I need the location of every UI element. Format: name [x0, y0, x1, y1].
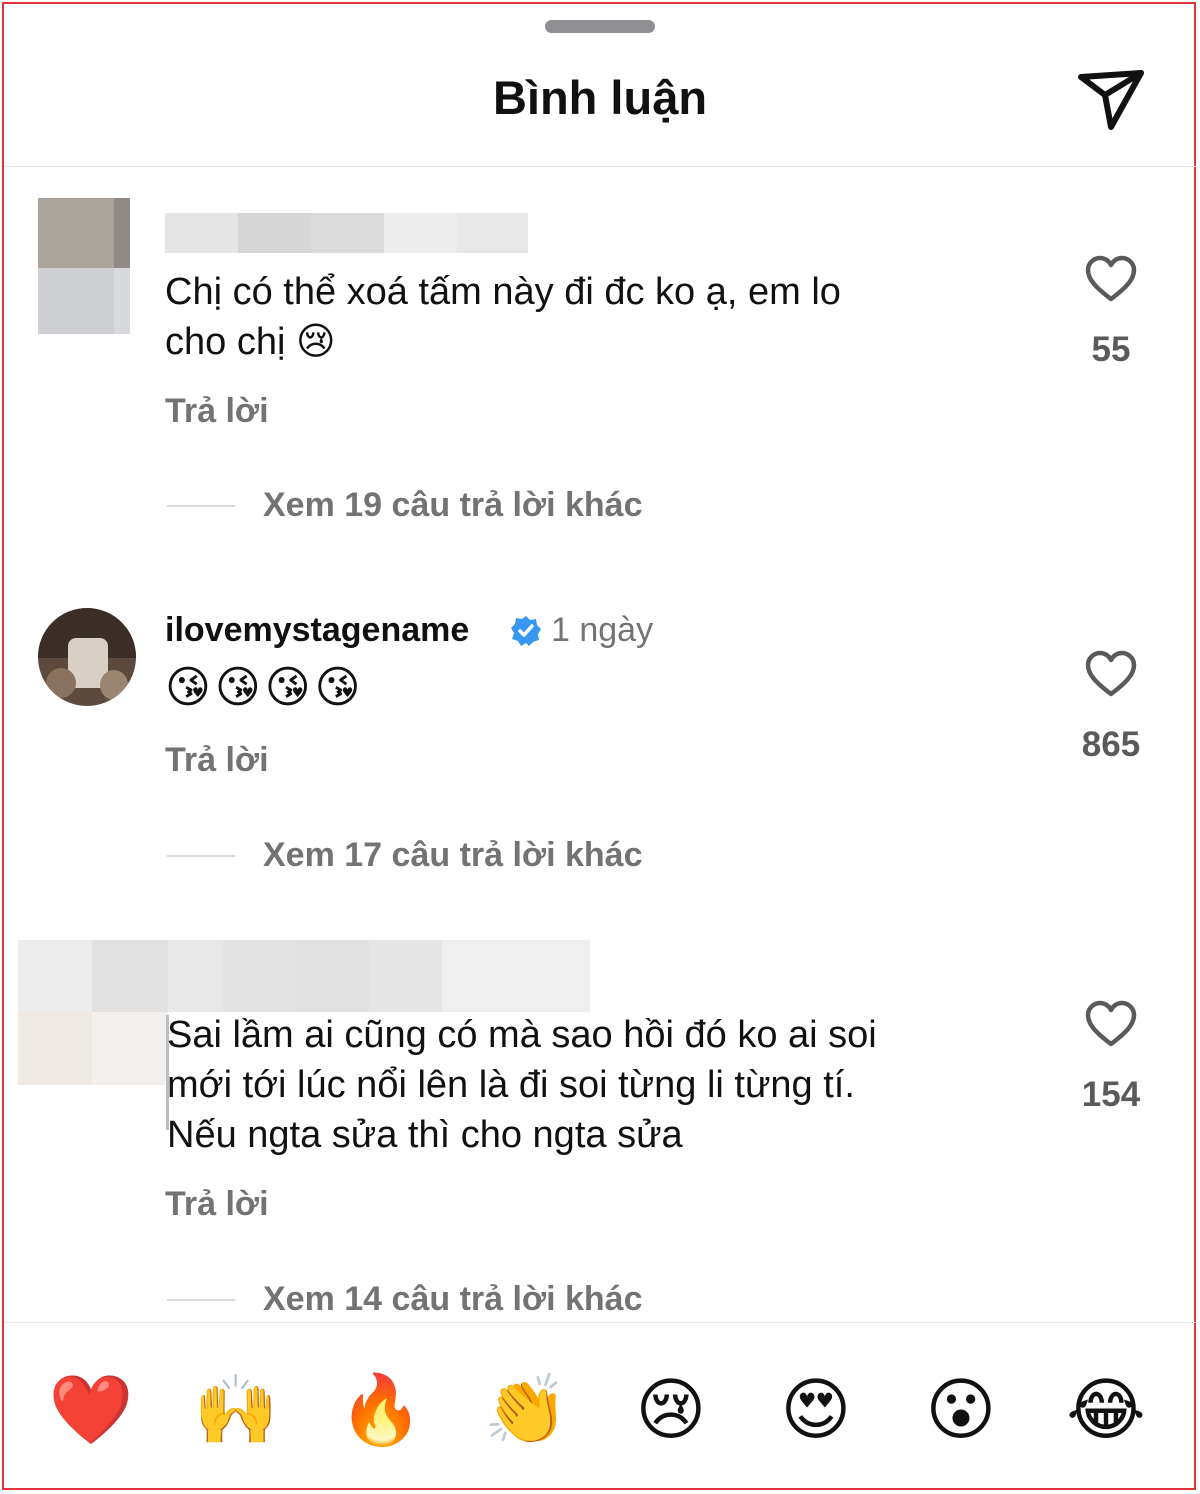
replies-divider-line	[167, 505, 235, 507]
like-count: 55	[1091, 330, 1131, 369]
comment-text: Chị có thể xoá tấm này đi đc ko ạ, em lo…	[165, 271, 841, 363]
heart-icon[interactable]	[1085, 1000, 1137, 1048]
reaction-raising-hands-icon[interactable]: 🙌	[191, 1365, 281, 1455]
reaction-bar-divider	[4, 1322, 1196, 1323]
view-more-replies-button[interactable]: Xem 14 câu trả lời khác	[263, 1280, 642, 1319]
sheet-grabber[interactable]	[545, 20, 655, 33]
replies-divider-line	[167, 855, 235, 857]
reply-button[interactable]: Trả lời	[165, 1185, 269, 1224]
blurred-username	[168, 940, 590, 1012]
avatar[interactable]	[38, 198, 130, 334]
reaction-surprised-face-icon[interactable]: 😮	[916, 1365, 1006, 1455]
comment-text: 😘😘😘😘	[165, 663, 365, 712]
replies-divider-line	[167, 1299, 235, 1301]
heart-icon[interactable]	[1085, 255, 1137, 303]
quick-reaction-bar: ❤️ 🙌 🔥 👏 😢 😍 😮 😂	[0, 1365, 1200, 1455]
like-count: 154	[1081, 1075, 1141, 1114]
header-divider	[4, 166, 1196, 167]
page-title: Bình luận	[492, 71, 708, 124]
reaction-tears-of-joy-icon[interactable]: 😂	[1061, 1365, 1151, 1455]
reaction-clapping-hands-icon[interactable]: 👏	[481, 1365, 571, 1455]
comment-username[interactable]: ilovemystagename	[165, 611, 469, 650]
paper-plane-icon[interactable]	[1075, 65, 1147, 133]
blurred-username	[165, 213, 528, 253]
verified-badge-icon	[511, 616, 541, 646]
avatar[interactable]	[38, 608, 136, 706]
view-more-replies-button[interactable]: Xem 19 câu trả lời khác	[263, 486, 642, 525]
comment-time: 1 ngày	[551, 611, 654, 649]
view-more-replies-button[interactable]: Xem 17 câu trả lời khác	[263, 836, 642, 875]
like-count: 865	[1081, 725, 1141, 764]
reaction-fire-icon[interactable]: 🔥	[336, 1365, 426, 1455]
reply-button[interactable]: Trả lời	[165, 741, 269, 780]
reaction-heart-eyes-icon[interactable]: 😍	[771, 1365, 861, 1455]
heart-icon[interactable]	[1085, 650, 1137, 698]
comment-text: Sai lầm ai cũng có mà sao hồi đó ko ai s…	[167, 1014, 877, 1156]
reaction-heart-icon[interactable]: ❤️	[46, 1365, 136, 1455]
reaction-crying-face-icon[interactable]: 😢	[626, 1365, 716, 1455]
blurred-avatar[interactable]	[18, 940, 168, 1085]
reply-button[interactable]: Trả lời	[165, 392, 269, 431]
